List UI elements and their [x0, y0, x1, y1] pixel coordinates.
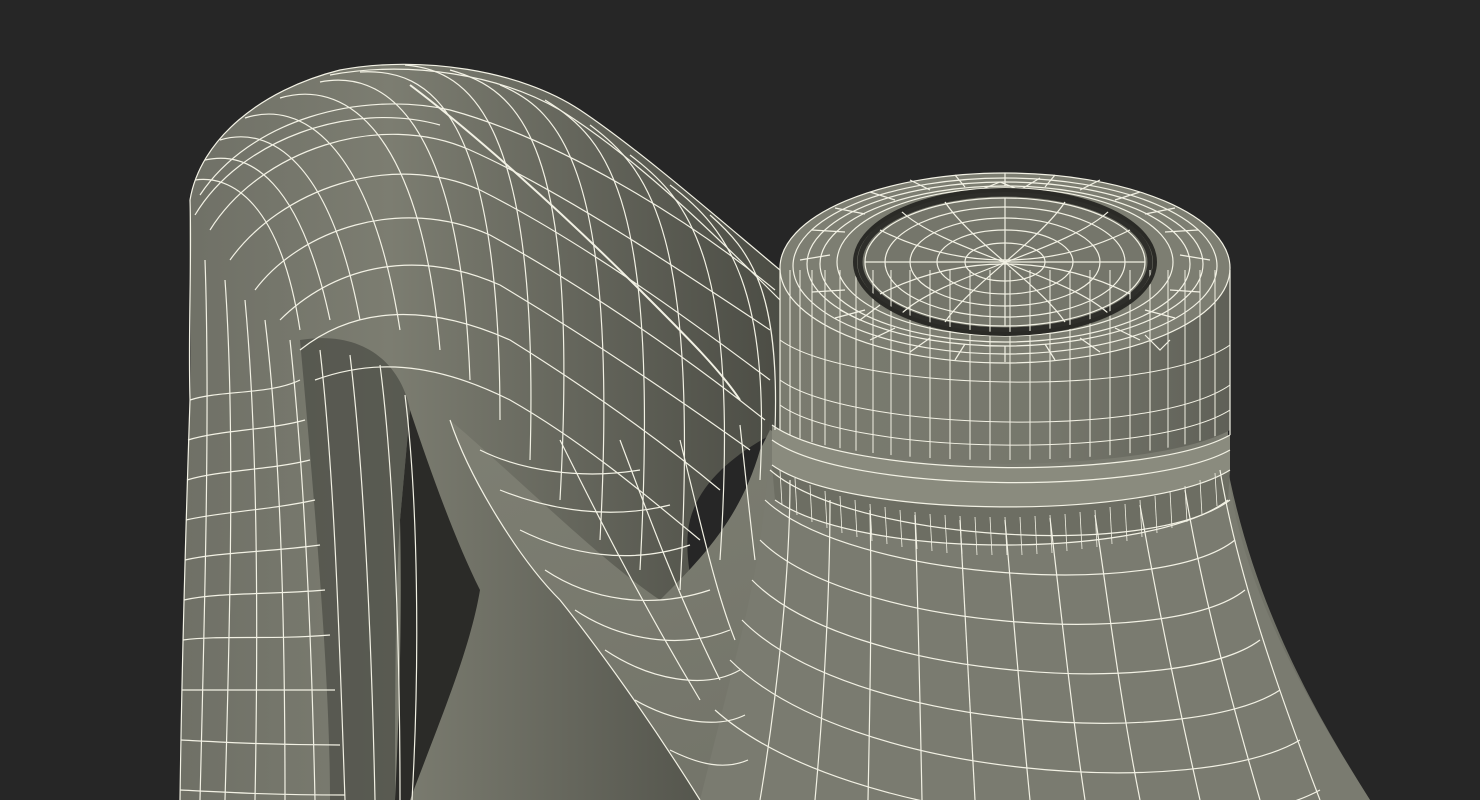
- wireframe-render-scene: [0, 0, 1480, 800]
- wireframe-render: [0, 0, 1480, 800]
